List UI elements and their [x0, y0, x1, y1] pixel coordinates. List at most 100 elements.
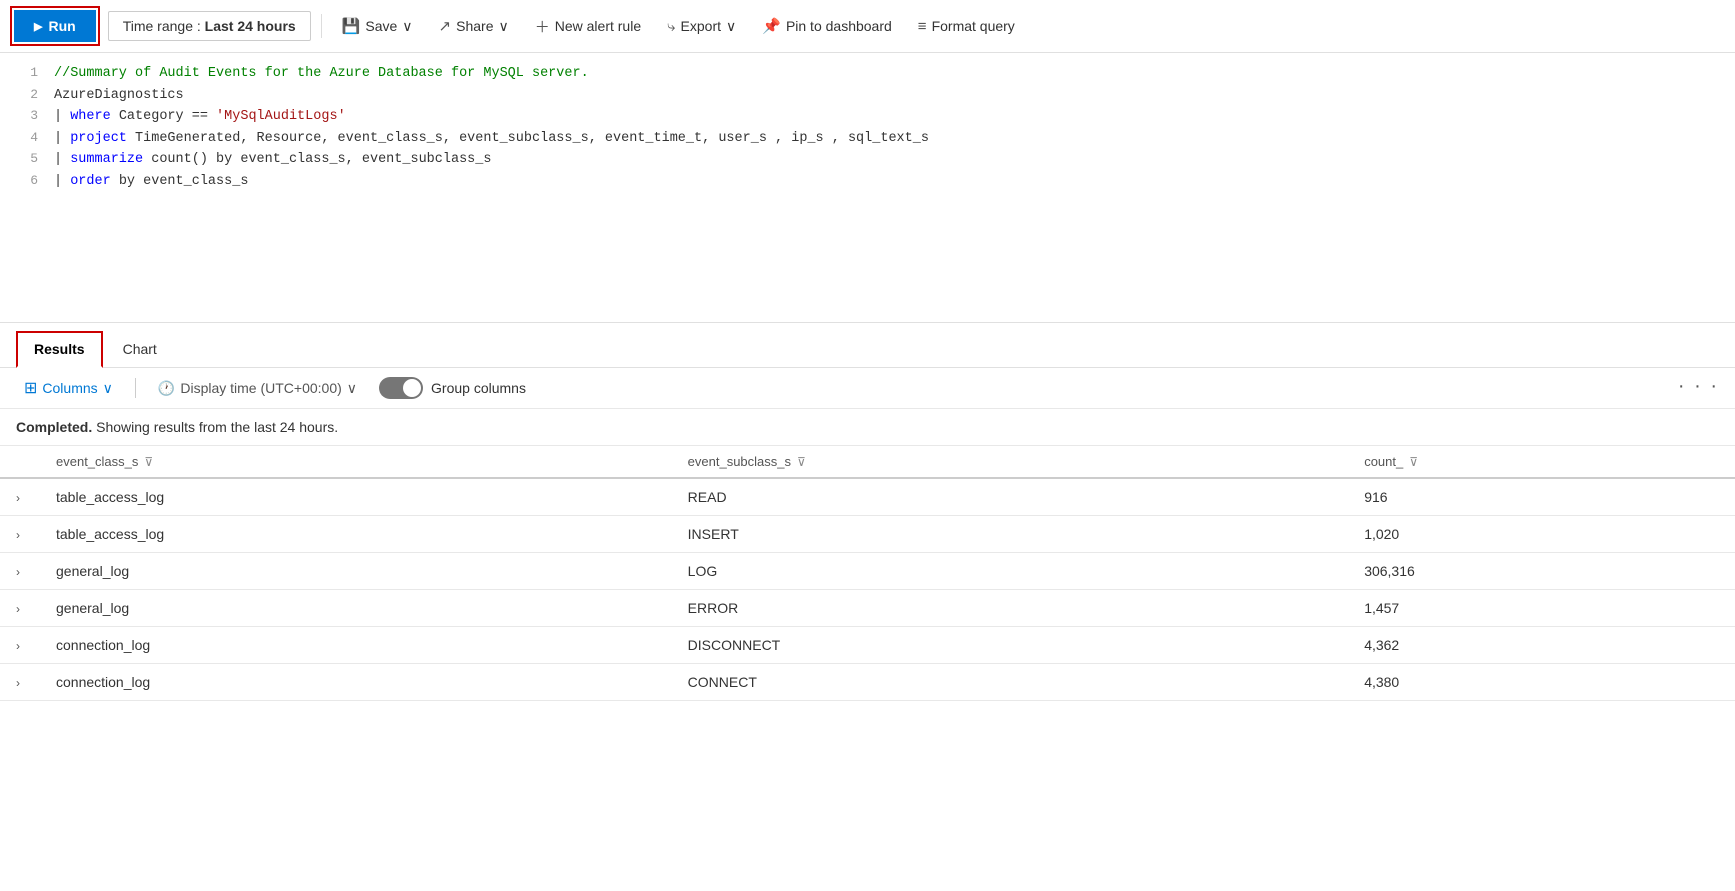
col-label-count: count_	[1364, 454, 1403, 469]
pin-icon: 📌	[762, 17, 781, 35]
status-completed: Completed.	[16, 419, 92, 435]
cell-count: 916	[1348, 478, 1735, 516]
run-button[interactable]: ▶ Run	[14, 10, 96, 42]
format-label: Format query	[932, 18, 1015, 34]
save-button[interactable]: 💾 Save ∨	[332, 12, 423, 40]
line-number-3: 3	[10, 106, 38, 127]
code-line-4: 4 | project TimeGenerated, Resource, eve…	[0, 128, 1735, 150]
code-line-5: 5 | summarize count() by event_class_s, …	[0, 149, 1735, 171]
col-header-event-class: event_class_s ⊽	[40, 446, 672, 478]
expand-cell[interactable]: ›	[0, 516, 40, 553]
time-display-label: Display time (UTC+00:00)	[180, 380, 341, 396]
filter-icon-event-subclass[interactable]: ⊽	[797, 455, 806, 469]
code-line-2: 2 AzureDiagnostics	[0, 85, 1735, 107]
code-text-6: | order by event_class_s	[54, 171, 1725, 193]
columns-chevron-icon: ∨	[103, 380, 113, 397]
save-chevron-icon: ∨	[402, 18, 412, 35]
status-message: Completed. Showing results from the last…	[0, 409, 1735, 446]
table-row: › connection_log DISCONNECT 4,362	[0, 627, 1735, 664]
code-line-6: 6 | order by event_class_s	[0, 171, 1735, 193]
cell-event-subclass: READ	[672, 478, 1349, 516]
pin-label: Pin to dashboard	[786, 18, 892, 34]
cell-count: 306,316	[1348, 553, 1735, 590]
table-row: › table_access_log READ 916	[0, 478, 1735, 516]
filter-icon-event-class[interactable]: ⊽	[144, 455, 153, 469]
expand-chevron-icon[interactable]: ›	[16, 639, 20, 653]
expand-chevron-icon[interactable]: ›	[16, 491, 20, 505]
export-label: Export	[681, 18, 721, 34]
expand-col-header	[0, 446, 40, 478]
new-alert-button[interactable]: ＋ New alert rule	[525, 11, 651, 42]
clock-icon: 🕐	[158, 380, 175, 397]
table-row: › general_log ERROR 1,457	[0, 590, 1735, 627]
results-toolbar: ⊞ Columns ∨ 🕐 Display time (UTC+00:00) ∨…	[0, 368, 1735, 409]
code-comment-1: //Summary of Audit Events for the Azure …	[54, 63, 1725, 85]
alert-icon: ＋	[535, 16, 550, 37]
cell-count: 4,380	[1348, 664, 1735, 701]
line-number-2: 2	[10, 85, 38, 106]
results-table: event_class_s ⊽ event_subclass_s ⊽ count…	[0, 446, 1735, 701]
ellipsis-menu-button[interactable]: · · ·	[1678, 375, 1719, 398]
pin-button[interactable]: 📌 Pin to dashboard	[752, 12, 902, 40]
line-number-5: 5	[10, 149, 38, 170]
toggle-knob	[403, 379, 421, 397]
col-header-count: count_ ⊽	[1348, 446, 1735, 478]
line-number-4: 4	[10, 128, 38, 149]
line-number-1: 1	[10, 63, 38, 84]
share-label: Share	[456, 18, 493, 34]
columns-button[interactable]: ⊞ Columns ∨	[16, 374, 121, 402]
play-icon: ▶	[34, 20, 42, 33]
filter-icon-count[interactable]: ⊽	[1409, 455, 1418, 469]
export-chevron-icon: ∨	[726, 18, 736, 35]
line-number-6: 6	[10, 171, 38, 192]
separator-results-1	[135, 378, 136, 398]
export-button[interactable]: ⤷ Export ∨	[657, 13, 746, 40]
columns-icon: ⊞	[24, 378, 37, 398]
cell-count: 1,020	[1348, 516, 1735, 553]
time-range-button[interactable]: Time range : Last 24 hours	[108, 11, 311, 41]
cell-event-subclass: ERROR	[672, 590, 1349, 627]
cell-count: 4,362	[1348, 627, 1735, 664]
cell-event-class: table_access_log	[40, 478, 672, 516]
new-alert-label: New alert rule	[555, 18, 641, 34]
cell-event-class: connection_log	[40, 664, 672, 701]
cell-event-subclass: DISCONNECT	[672, 627, 1349, 664]
columns-label: Columns	[42, 380, 97, 396]
time-range-prefix: Time range :	[123, 18, 205, 34]
cell-event-subclass: INSERT	[672, 516, 1349, 553]
expand-cell[interactable]: ›	[0, 627, 40, 664]
time-display-button[interactable]: 🕐 Display time (UTC+00:00) ∨	[150, 376, 365, 401]
toolbar: ▶ Run Time range : Last 24 hours 💾 Save …	[0, 0, 1735, 53]
code-text-4: | project TimeGenerated, Resource, event…	[54, 128, 1725, 150]
code-editor[interactable]: 1 //Summary of Audit Events for the Azur…	[0, 53, 1735, 323]
group-columns-toggle-group: Group columns	[379, 377, 526, 399]
time-range-value: Last 24 hours	[205, 18, 296, 34]
share-button[interactable]: ↗ Share ∨	[429, 12, 519, 40]
expand-chevron-icon[interactable]: ›	[16, 602, 20, 616]
tab-chart[interactable]: Chart	[107, 333, 173, 365]
results-tabs: Results Chart	[0, 323, 1735, 368]
group-columns-toggle[interactable]	[379, 377, 423, 399]
col-header-event-subclass: event_subclass_s ⊽	[672, 446, 1349, 478]
expand-chevron-icon[interactable]: ›	[16, 676, 20, 690]
code-text-2: AzureDiagnostics	[54, 85, 1725, 107]
expand-chevron-icon[interactable]: ›	[16, 528, 20, 542]
expand-cell[interactable]: ›	[0, 590, 40, 627]
expand-cell[interactable]: ›	[0, 478, 40, 516]
format-icon: ≡	[918, 18, 927, 35]
share-chevron-icon: ∨	[498, 18, 508, 35]
code-line-1: 1 //Summary of Audit Events for the Azur…	[0, 63, 1735, 85]
col-label-event-class: event_class_s	[56, 454, 138, 469]
time-display-chevron-icon: ∨	[347, 380, 357, 397]
expand-cell[interactable]: ›	[0, 553, 40, 590]
expand-chevron-icon[interactable]: ›	[16, 565, 20, 579]
cell-event-class: general_log	[40, 590, 672, 627]
format-query-button[interactable]: ≡ Format query	[908, 13, 1025, 40]
code-text-5: | summarize count() by event_class_s, ev…	[54, 149, 1725, 171]
tab-results[interactable]: Results	[16, 331, 103, 368]
export-icon: ⤷	[667, 18, 675, 35]
save-label: Save	[365, 18, 397, 34]
cell-event-class: connection_log	[40, 627, 672, 664]
expand-cell[interactable]: ›	[0, 664, 40, 701]
col-label-event-subclass: event_subclass_s	[688, 454, 791, 469]
